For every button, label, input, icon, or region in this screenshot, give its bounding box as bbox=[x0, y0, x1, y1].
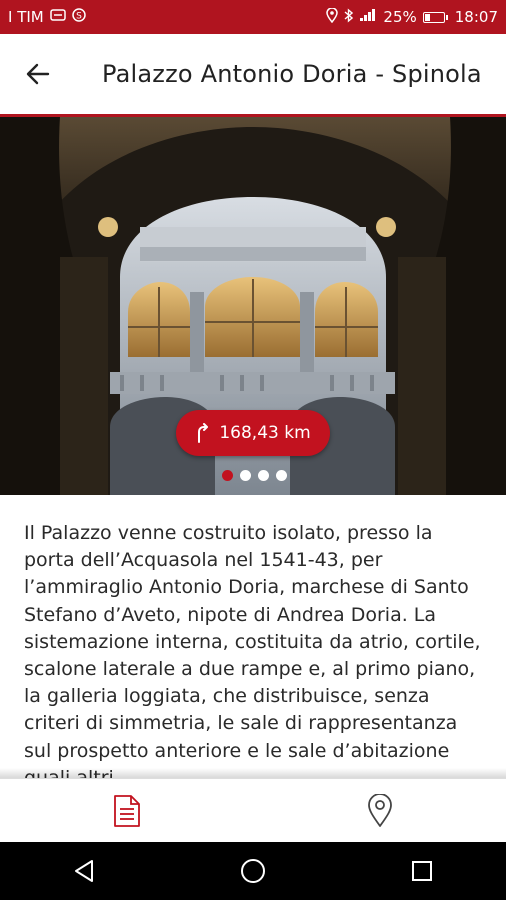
back-triangle-icon bbox=[75, 860, 94, 882]
clock: 18:07 bbox=[454, 8, 498, 26]
back-button[interactable] bbox=[18, 54, 58, 94]
arrow-back-icon bbox=[26, 63, 50, 85]
system-back-button[interactable] bbox=[54, 849, 114, 893]
document-icon bbox=[113, 795, 140, 827]
system-recents-button[interactable] bbox=[392, 849, 452, 893]
tab-description[interactable] bbox=[0, 779, 253, 843]
distance-value: 168,43 km bbox=[219, 423, 311, 443]
battery-icon bbox=[422, 11, 448, 23]
app-bar: Palazzo Antonio Doria - Spinola bbox=[0, 34, 506, 114]
signal-icon bbox=[359, 8, 377, 26]
location-icon bbox=[326, 6, 339, 27]
system-home-button[interactable] bbox=[223, 849, 283, 893]
svg-text:S: S bbox=[76, 12, 82, 22]
place-description: Il Palazzo venne costruito isolato, pres… bbox=[24, 522, 481, 789]
home-circle-icon bbox=[240, 859, 265, 883]
page-title: Palazzo Antonio Doria - Spinola bbox=[102, 60, 482, 88]
recents-square-icon bbox=[411, 861, 432, 881]
bottom-navigation bbox=[0, 778, 506, 843]
walk-direction-icon bbox=[198, 423, 209, 443]
skype-icon: S bbox=[71, 8, 86, 26]
gallery-pagination bbox=[222, 470, 287, 481]
page-dot[interactable] bbox=[276, 470, 287, 481]
page-dot[interactable] bbox=[258, 470, 269, 481]
bluetooth-icon bbox=[344, 7, 354, 27]
system-navigation-bar bbox=[0, 842, 506, 900]
carrier-label: I TIM bbox=[8, 8, 44, 26]
battery-percent: 25% bbox=[383, 8, 417, 26]
distance-badge[interactable]: 168,43 km bbox=[176, 410, 330, 456]
message-icon bbox=[49, 9, 66, 25]
tab-map[interactable] bbox=[253, 779, 506, 843]
page-dot[interactable] bbox=[222, 470, 233, 481]
page-dot[interactable] bbox=[240, 470, 251, 481]
status-bar: I TIM S 25% 18:07 bbox=[0, 0, 506, 34]
map-pin-icon bbox=[367, 794, 392, 827]
